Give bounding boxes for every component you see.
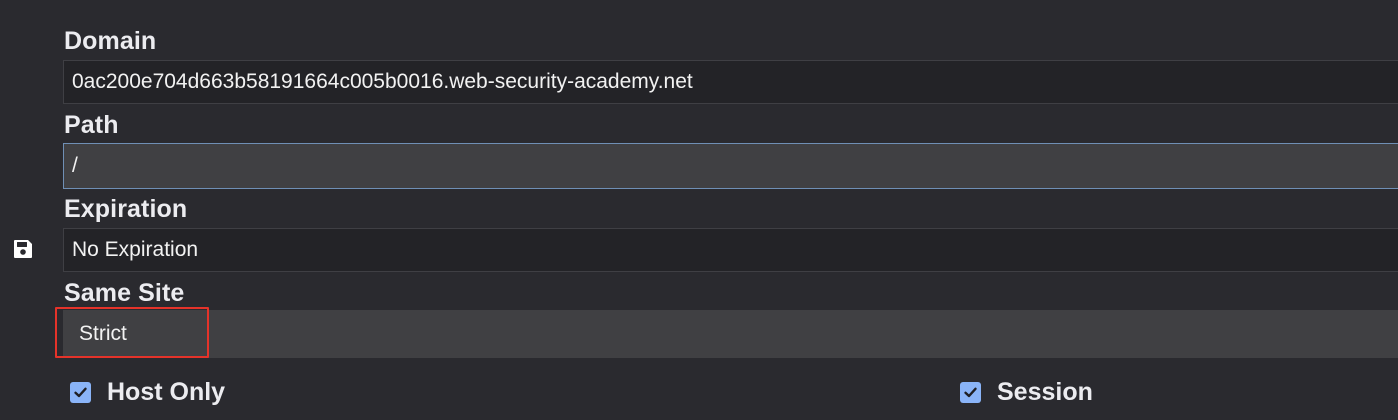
cookie-editor-panel: Domain 0ac200e704d663b58191664c005b0016.… [0, 0, 1398, 420]
session-checkbox-row[interactable]: Session [960, 376, 1093, 408]
session-label: Session [997, 377, 1093, 406]
same-site-label: Same Site [64, 279, 185, 307]
save-icon[interactable] [12, 238, 34, 260]
highlight-annotation [55, 307, 209, 358]
same-site-select[interactable]: Strict [63, 310, 1398, 358]
host-only-checkbox[interactable] [70, 381, 91, 403]
session-checkbox[interactable] [960, 381, 981, 403]
path-input[interactable]: / [63, 143, 1398, 189]
path-label: Path [64, 111, 119, 139]
expiration-label: Expiration [64, 195, 188, 223]
domain-input[interactable]: 0ac200e704d663b58191664c005b0016.web-sec… [63, 60, 1398, 104]
host-only-checkbox-row[interactable]: Host Only [70, 376, 225, 408]
checkmark-icon [964, 387, 977, 397]
expiration-input[interactable]: No Expiration [63, 228, 1398, 272]
domain-label: Domain [64, 27, 157, 55]
host-only-label: Host Only [107, 377, 226, 406]
checkmark-icon [74, 387, 87, 397]
